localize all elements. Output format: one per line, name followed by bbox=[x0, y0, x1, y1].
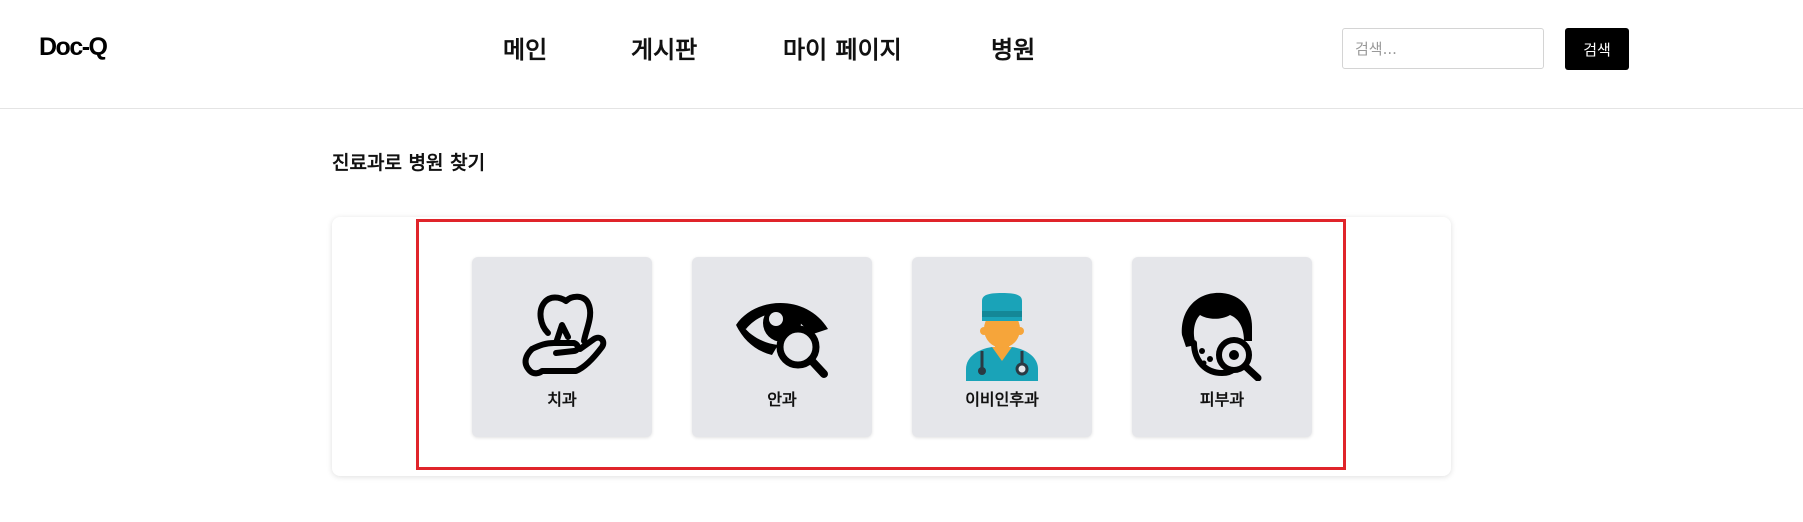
nav-item-main[interactable]: 메인 bbox=[503, 30, 547, 70]
section-title: 진료과로 병원 찾기 bbox=[332, 152, 486, 174]
search-input[interactable] bbox=[1342, 28, 1544, 69]
top-header: Doc-Q 메인 게시판 마이 페이지 병원 검색 bbox=[0, 0, 1803, 109]
nav-item-hospital[interactable]: 병원 bbox=[991, 30, 1035, 70]
nav-item-board[interactable]: 게시판 bbox=[631, 30, 697, 70]
nav-item-my-page[interactable]: 마이 페이지 bbox=[783, 30, 902, 70]
selection-highlight bbox=[416, 219, 1346, 470]
search-button[interactable]: 검색 bbox=[1565, 28, 1629, 70]
logo[interactable]: Doc-Q bbox=[39, 33, 108, 62]
